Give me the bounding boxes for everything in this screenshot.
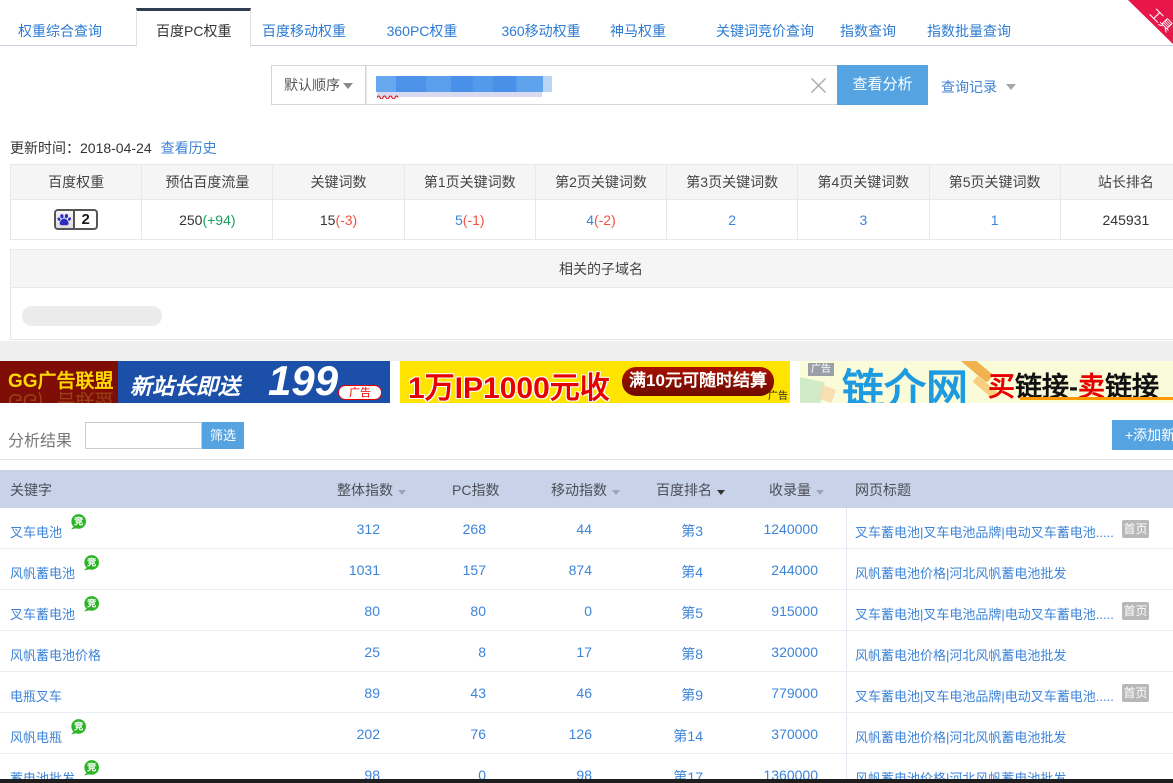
svg-text:竞: 竞 (74, 721, 84, 732)
svg-text:竞: 竞 (74, 515, 84, 526)
svg-text:竞: 竞 (87, 597, 97, 608)
svg-text:竞: 竞 (87, 556, 97, 567)
svg-text:竞: 竞 (87, 762, 97, 773)
